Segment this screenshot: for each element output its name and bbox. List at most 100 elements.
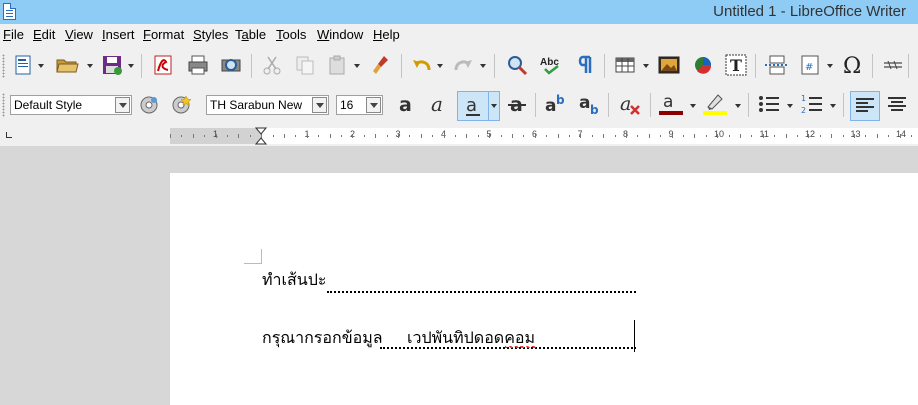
ruler-tick	[216, 134, 217, 138]
tab-stop-selector-icon[interactable]	[6, 132, 12, 138]
dotted-line-1	[327, 291, 636, 293]
find-replace-icon[interactable]	[504, 52, 530, 78]
paragraph-style-box[interactable]: Default Style	[10, 95, 132, 115]
font-name-dropdown-icon[interactable]	[312, 97, 327, 113]
redo-icon[interactable]	[450, 52, 476, 78]
spelling-icon[interactable]: Abc	[538, 52, 564, 78]
insert-image-icon[interactable]	[656, 52, 682, 78]
font-size-dropdown-icon[interactable]	[366, 97, 381, 113]
print-icon[interactable]	[185, 52, 211, 78]
insert-table-dropdown-icon[interactable]	[643, 64, 649, 68]
toolbar-grip-icon[interactable]	[2, 93, 5, 117]
ruler-tick	[558, 134, 559, 138]
unordered-list-icon[interactable]	[756, 91, 782, 117]
font-size-box[interactable]: 16	[336, 95, 383, 115]
save-icon[interactable]	[99, 52, 125, 78]
font-name-box[interactable]: TH Sarabun New	[206, 95, 329, 115]
clear-formatting-icon[interactable]: a	[617, 91, 643, 117]
align-left-button[interactable]	[850, 91, 880, 121]
ruler-tick	[786, 134, 787, 138]
highlight-color-icon[interactable]	[702, 91, 728, 117]
writer-document-icon[interactable]	[3, 3, 16, 20]
ruler-number: 10	[714, 129, 725, 139]
font-size-value: 16	[340, 98, 354, 112]
ruler-tick	[683, 135, 684, 137]
export-pdf-icon[interactable]	[150, 52, 176, 78]
ruler-tick	[888, 135, 889, 137]
special-character-icon[interactable]: Ω	[840, 52, 866, 78]
font-color-icon[interactable]: a	[658, 91, 684, 117]
redo-dropdown-icon[interactable]	[480, 64, 486, 68]
menu-styles[interactable]: Styles	[193, 27, 228, 42]
insert-chart-icon[interactable]	[690, 52, 716, 78]
undo-icon[interactable]	[409, 52, 435, 78]
undo-dropdown-icon[interactable]	[437, 64, 443, 68]
menu-tools[interactable]: Tools	[276, 27, 306, 42]
menu-edit[interactable]: Edit	[33, 27, 55, 42]
svg-text:a: a	[620, 93, 631, 115]
underline-button[interactable]: a	[457, 91, 491, 121]
subscript-icon[interactable]: ab	[577, 91, 603, 117]
unordered-list-dropdown-icon[interactable]	[787, 104, 793, 108]
menu-help[interactable]: Help	[373, 27, 400, 42]
highlight-dropdown-icon[interactable]	[735, 104, 741, 108]
menu-view[interactable]: View	[65, 27, 93, 42]
text-cursor	[634, 320, 635, 352]
open-folder-icon[interactable]	[54, 52, 80, 78]
insert-hyperlink-icon[interactable]	[880, 52, 906, 78]
ruler-tick	[478, 135, 479, 137]
svg-text:a: a	[579, 93, 590, 113]
menu-format[interactable]: Format	[143, 27, 184, 42]
line2-label[interactable]: กรุณากรอกข้อมูล	[262, 326, 383, 351]
ruler-number: 12	[805, 129, 816, 139]
menu-file[interactable]: File	[3, 27, 24, 42]
clone-formatting-icon[interactable]	[368, 52, 394, 78]
new-document-icon[interactable]	[10, 52, 36, 78]
strikethrough-icon[interactable]: a	[505, 91, 531, 117]
underline-dropdown-icon	[491, 104, 497, 108]
paragraph-style-dropdown-icon[interactable]	[115, 97, 130, 113]
insert-table-icon[interactable]	[612, 52, 638, 78]
toolbar-grip-icon[interactable]	[2, 54, 5, 78]
new-style-icon[interactable]	[168, 92, 194, 118]
bold-icon[interactable]: a	[394, 91, 420, 117]
insert-field-icon[interactable]: #	[797, 52, 823, 78]
ruler-tick	[797, 135, 798, 137]
paragraph-style-value: Default Style	[14, 98, 83, 112]
align-center-icon[interactable]	[884, 92, 910, 118]
window-title: Untitled 1 - LibreOffice Writer	[713, 3, 906, 20]
insert-text-box-icon[interactable]: T	[723, 52, 749, 78]
ruler-number: 14	[896, 129, 907, 139]
ordered-list-dropdown-icon[interactable]	[830, 104, 836, 108]
print-preview-icon[interactable]	[218, 52, 244, 78]
underline-dropdown-button[interactable]	[488, 91, 500, 121]
insert-field-dropdown-icon[interactable]	[827, 64, 833, 68]
superscript-icon[interactable]: ab	[543, 91, 569, 117]
ruler-tick	[273, 135, 274, 137]
new-dropdown-icon[interactable]	[38, 64, 44, 68]
underline-icon: a	[466, 95, 480, 116]
title-bar: Untitled 1 - LibreOffice Writer	[0, 0, 918, 24]
menu-table[interactable]: Table	[235, 27, 266, 42]
save-dropdown-icon[interactable]	[128, 64, 134, 68]
ruler-tick	[603, 134, 604, 138]
update-style-icon[interactable]	[136, 92, 162, 118]
ruler-number: 11	[759, 129, 769, 139]
font-color-dropdown-icon[interactable]	[690, 104, 696, 108]
ruler-tick	[489, 134, 490, 138]
svg-text:T: T	[730, 56, 742, 75]
formatting-marks-icon[interactable]	[572, 52, 598, 78]
menu-insert[interactable]: Insert	[102, 27, 135, 42]
insert-page-break-icon[interactable]	[763, 52, 789, 78]
ordered-list-icon[interactable]: 12	[799, 91, 825, 117]
line1-label[interactable]: ทำเส้นปะ	[262, 268, 326, 293]
cut-icon[interactable]	[259, 52, 285, 78]
menu-window[interactable]: Window	[317, 27, 363, 42]
italic-icon[interactable]: a	[426, 91, 452, 117]
svg-text:a: a	[431, 93, 443, 115]
paste-dropdown-icon[interactable]	[354, 64, 360, 68]
ruler-tick	[444, 134, 445, 138]
open-dropdown-icon[interactable]	[87, 64, 93, 68]
paste-icon[interactable]	[324, 52, 350, 78]
copy-icon[interactable]	[292, 52, 318, 78]
